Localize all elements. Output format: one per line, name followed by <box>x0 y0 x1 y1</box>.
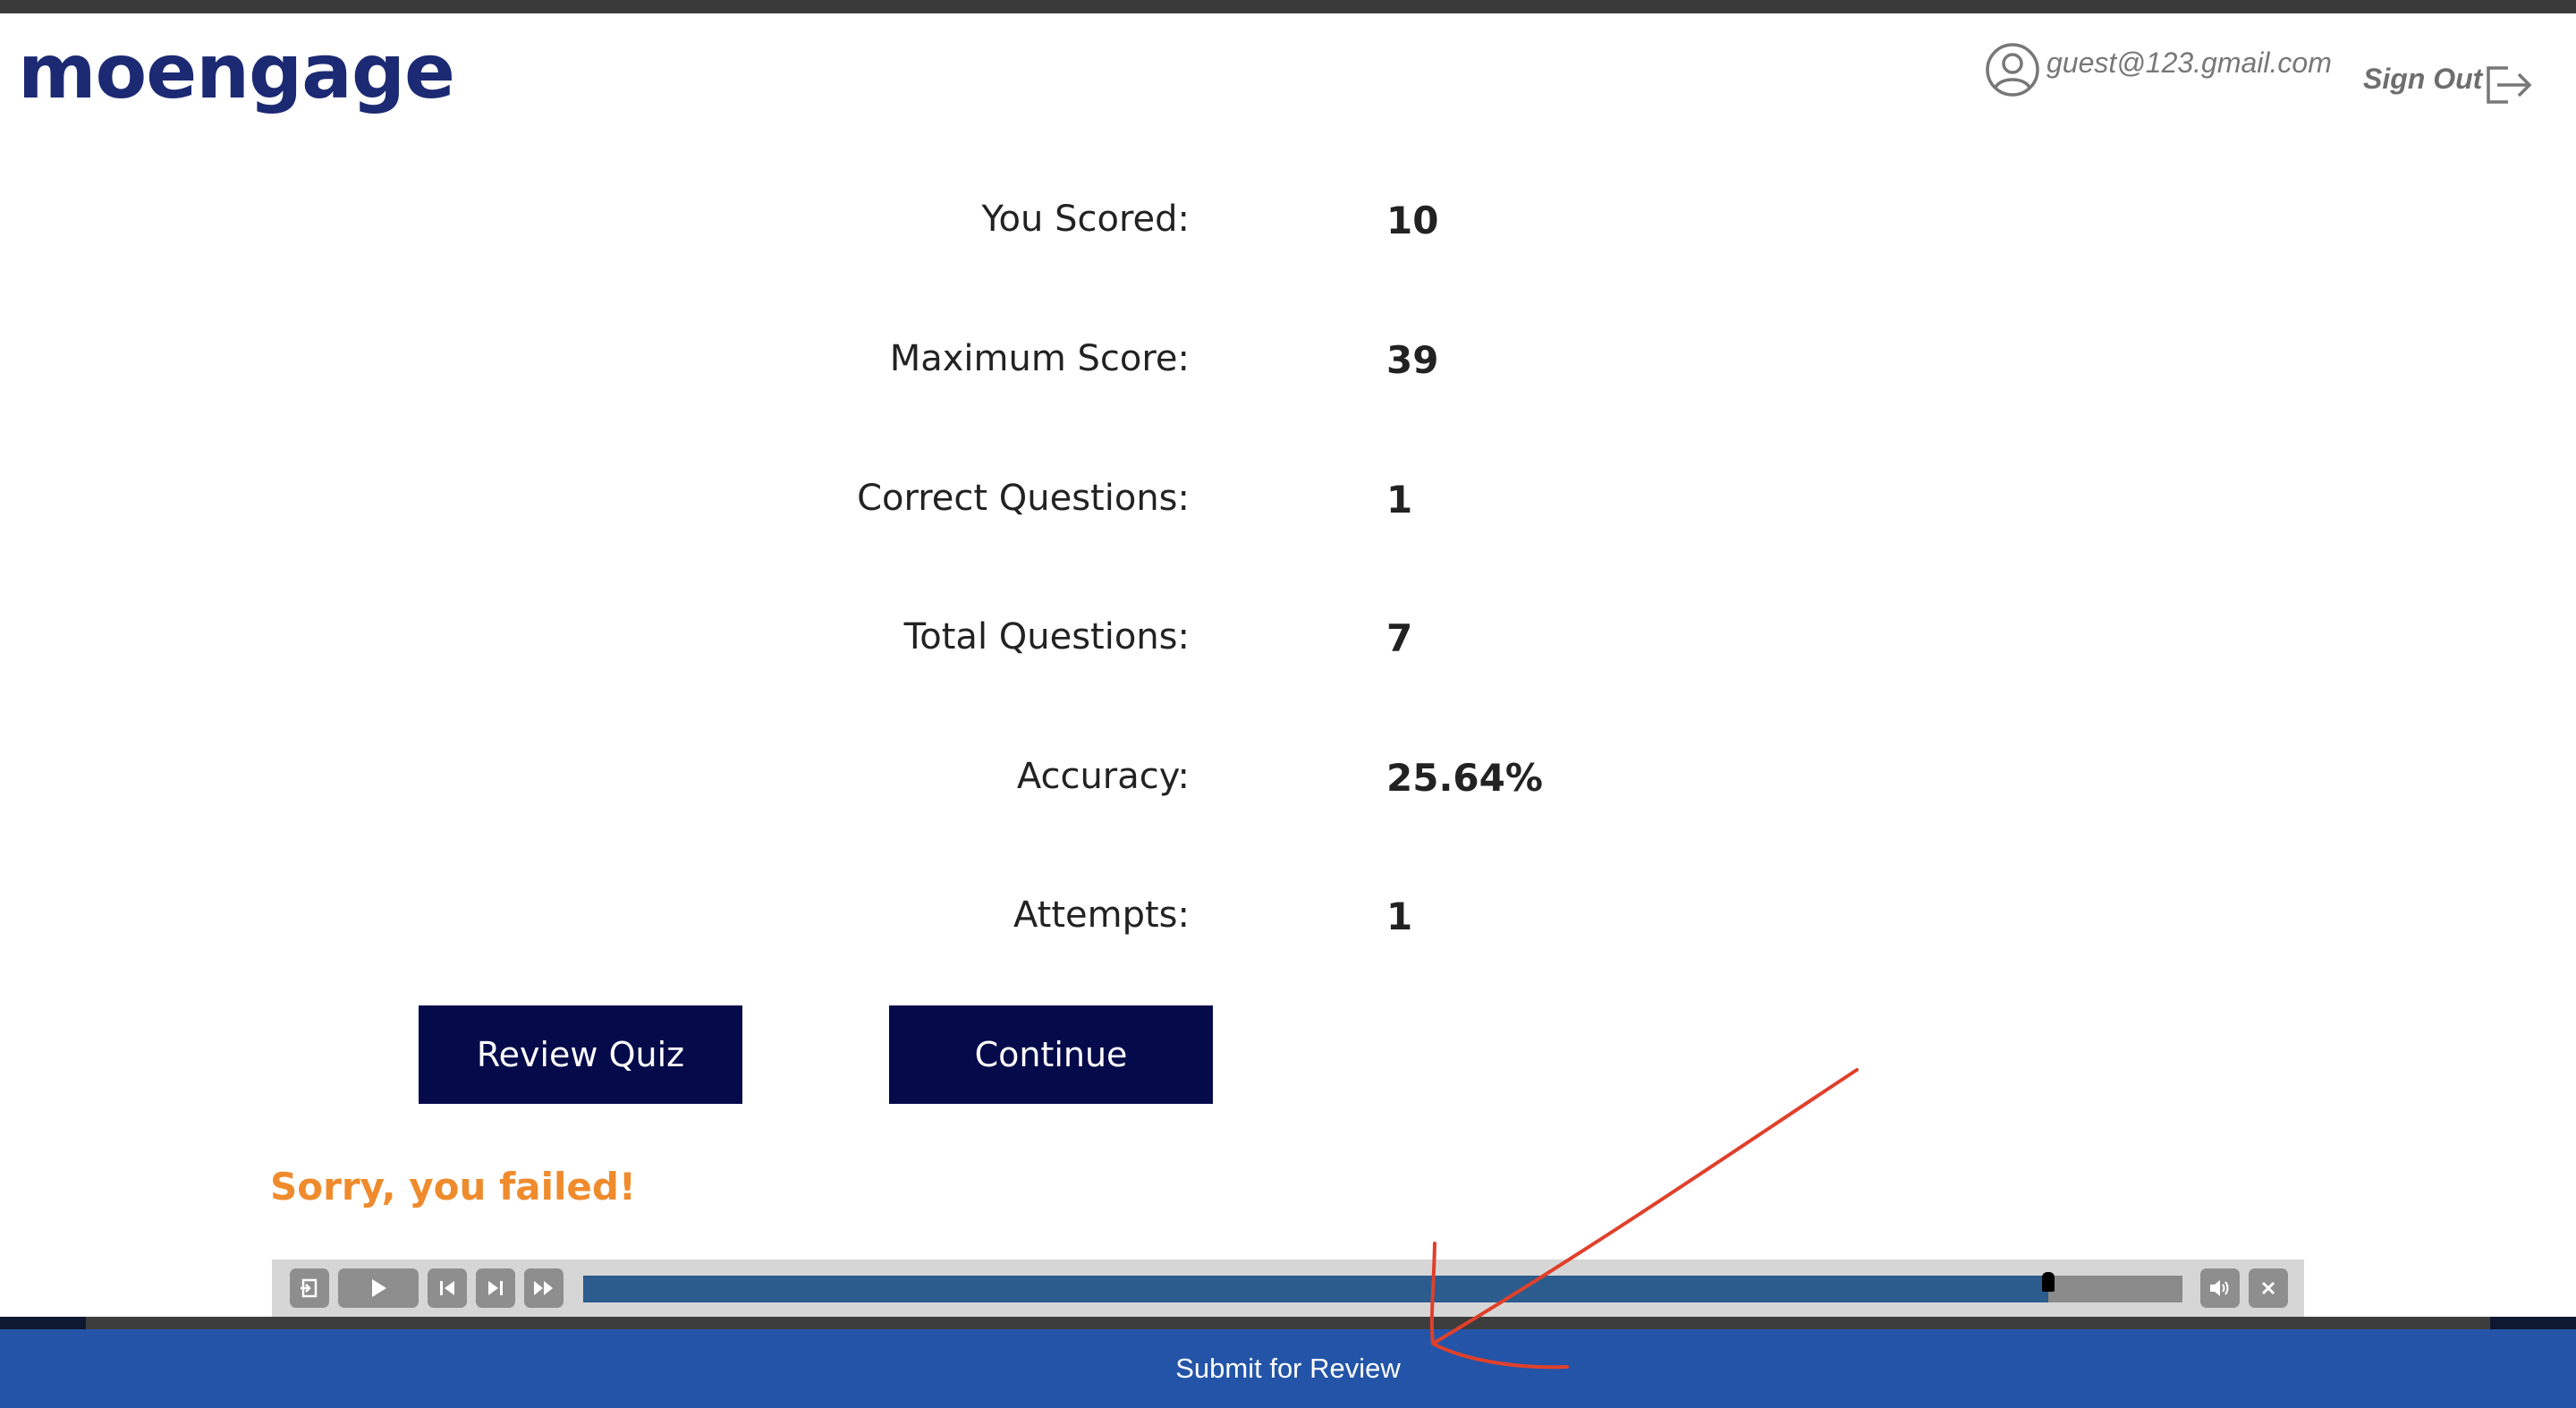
progress-slider[interactable] <box>583 1276 2182 1302</box>
volume-button[interactable] <box>2200 1268 2240 1308</box>
play-icon <box>372 1279 386 1297</box>
play-button[interactable] <box>338 1268 419 1308</box>
submit-for-review-button[interactable]: Submit for Review <box>0 1329 2576 1408</box>
result-value: 1 <box>1386 478 1413 522</box>
close-icon <box>2261 1281 2275 1295</box>
volume-icon <box>2210 1280 2229 1296</box>
result-value: 7 <box>1386 616 1413 660</box>
exit-button[interactable] <box>290 1268 329 1308</box>
exit-icon <box>301 1278 318 1298</box>
failure-message: Sorry, you failed! <box>270 1165 637 1209</box>
result-value: 39 <box>1386 338 1439 382</box>
skip-forward-button[interactable] <box>476 1268 515 1308</box>
result-label: Maximum Score: <box>889 338 1190 379</box>
skip-back-button[interactable] <box>428 1268 467 1308</box>
skip-back-icon <box>440 1281 454 1295</box>
result-label: Accuracy: <box>1016 756 1190 797</box>
close-button[interactable] <box>2249 1268 2288 1308</box>
progress-handle[interactable] <box>2041 1272 2055 1292</box>
top-border <box>0 0 2576 13</box>
user-area: guest@123.gmail.com Sign Out <box>1984 41 2538 109</box>
result-label: Total Questions: <box>903 616 1190 657</box>
result-value: 25.64% <box>1386 756 1543 800</box>
continue-button[interactable]: Continue <box>889 1005 1213 1104</box>
fast-forward-button[interactable] <box>524 1268 564 1308</box>
result-label: Correct Questions: <box>857 478 1190 519</box>
result-label: You Scored: <box>981 199 1190 240</box>
fast-forward-icon <box>534 1281 553 1295</box>
sign-out-icon[interactable] <box>2485 64 2533 106</box>
result-value: 10 <box>1386 199 1439 242</box>
player-controls <box>272 1260 2304 1317</box>
result-value: 1 <box>1386 895 1413 938</box>
review-quiz-button[interactable]: Review Quiz <box>419 1005 742 1104</box>
user-circle-icon <box>1986 43 2039 97</box>
result-label: Attempts: <box>1013 895 1190 936</box>
moengage-logo: moengage <box>18 28 455 115</box>
sign-out-link[interactable]: Sign Out <box>2363 63 2482 96</box>
skip-forward-icon <box>488 1281 503 1295</box>
user-email: guest@123.gmail.com <box>2046 47 2332 79</box>
progress-fill <box>583 1276 2048 1302</box>
